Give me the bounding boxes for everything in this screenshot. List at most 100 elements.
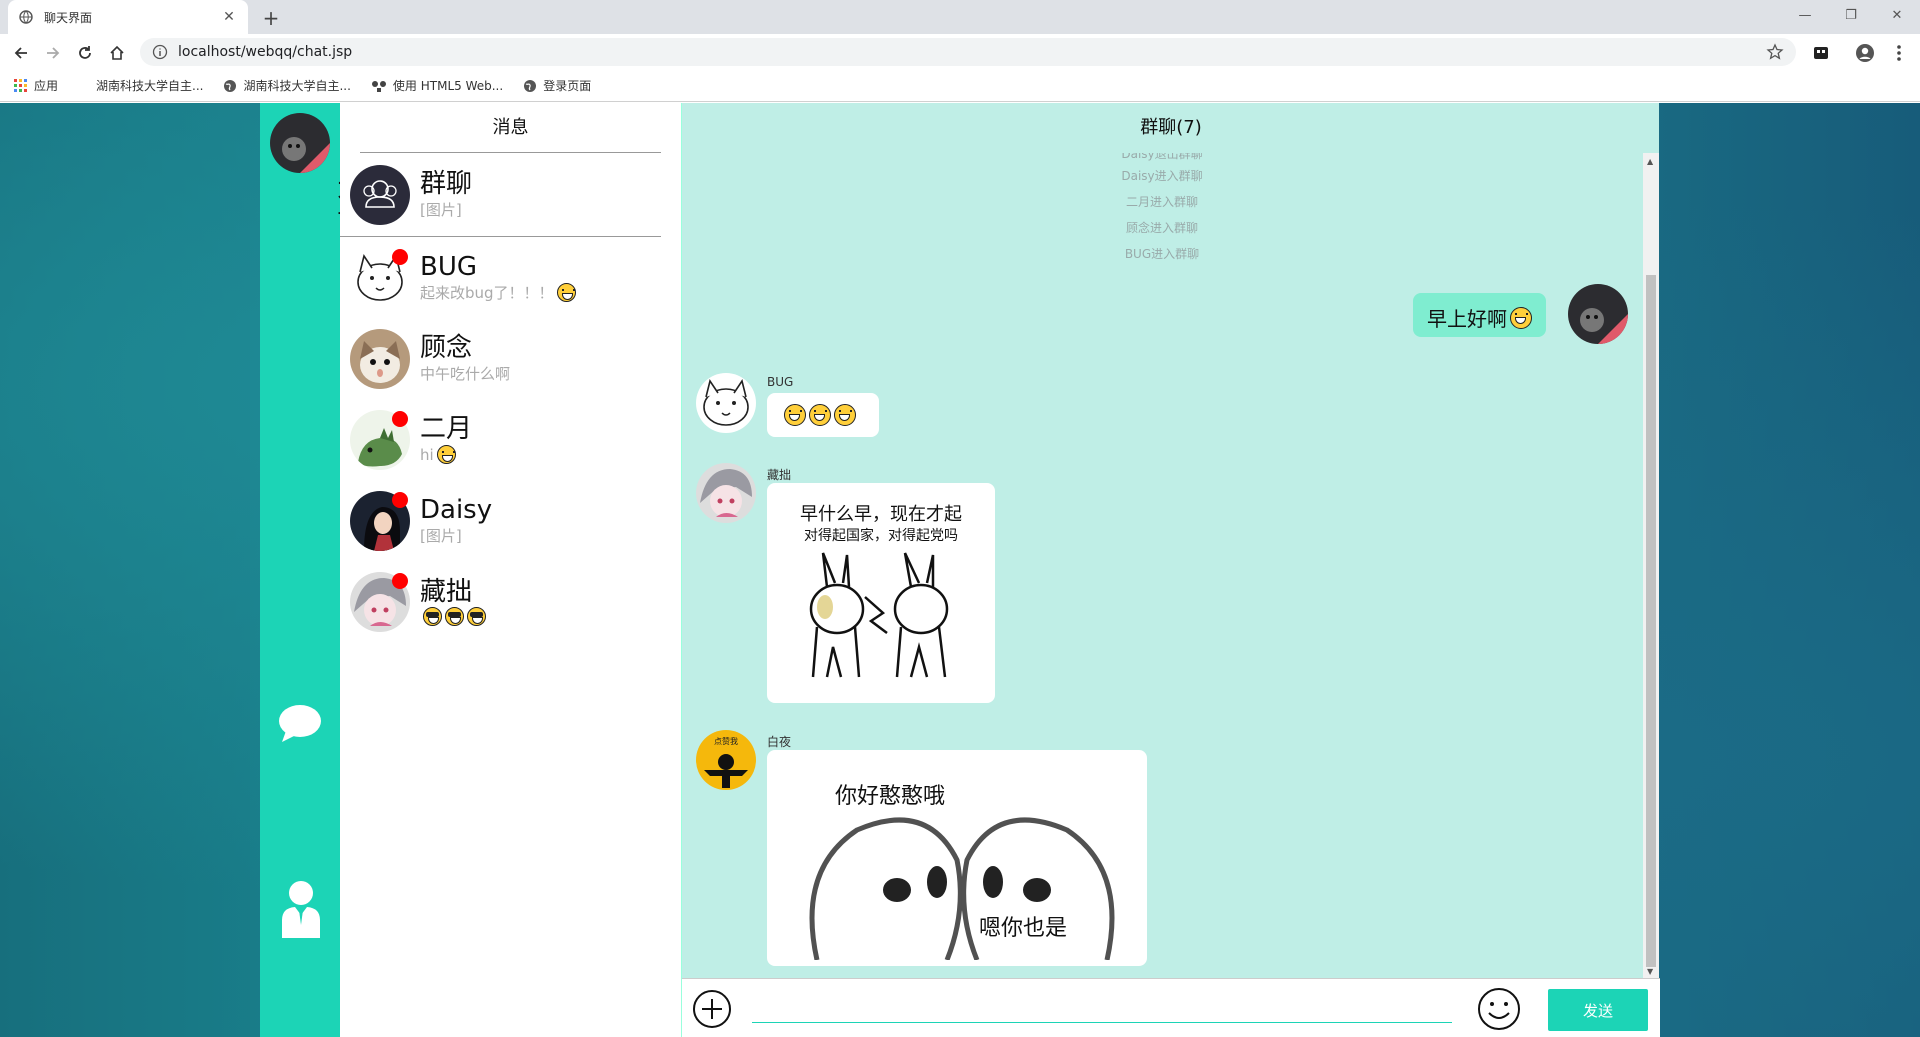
avatar-caption: 点赞我 — [714, 736, 738, 746]
system-message: BUG进入群聊 — [1124, 247, 1200, 261]
conversation-name: 二月 — [420, 413, 473, 444]
bookmark-login[interactable]: 登录页面 — [523, 77, 591, 94]
cool-emoji-icon — [467, 607, 486, 626]
my-avatar[interactable] — [270, 113, 330, 173]
bug-message-avatar[interactable] — [696, 373, 756, 433]
conversation-name: BUG — [420, 251, 478, 282]
profile-icon[interactable] — [1852, 40, 1878, 66]
conversation-preview: hi — [420, 445, 434, 464]
bookmarks-bar: 应用 湖南科技大学自主... 湖南科技大学自主... 使用 HTML5 Web.… — [0, 70, 1920, 102]
forward-icon[interactable] — [40, 40, 66, 66]
conversation-name: 群聊 — [420, 168, 473, 199]
globe-icon — [524, 79, 537, 92]
system-message: Daisy退出群聊 — [1121, 153, 1203, 161]
zangzhuo-image-bubble[interactable]: 早什么早，现在才起 对得起国家，对得起党吗 — [767, 483, 995, 703]
conversation-preview: 起来改bug了！！！ — [420, 283, 554, 302]
chat-bubble-icon[interactable] — [278, 703, 322, 747]
minimize-icon[interactable]: — — [1782, 0, 1828, 30]
grin-emoji-icon — [834, 404, 856, 426]
scroll-up-icon[interactable]: ▲ — [1647, 157, 1653, 166]
conversation-item-group[interactable]: 群聊 [图片] — [340, 153, 661, 237]
left-rail: 不言 — [260, 103, 366, 1037]
system-message: 顾念进入群聊 — [1125, 221, 1198, 235]
list-header: 消息 — [360, 103, 661, 153]
system-message: Daisy进入群聊 — [1121, 169, 1203, 183]
contacts-icon[interactable] — [280, 880, 322, 940]
staring-meme-image — [809, 817, 1115, 960]
info-icon — [152, 44, 168, 60]
bookmark-apps[interactable]: 应用 — [14, 77, 58, 94]
tab-title: 聊天界面 — [44, 10, 93, 25]
cool-emoji-icon — [445, 607, 464, 626]
conversation-item-gunian[interactable]: 顾念 中午吃什么啊 — [340, 318, 681, 399]
bookmark-html5[interactable]: 使用 HTML5 Web... — [371, 77, 503, 94]
conversation-list: 消息 群聊 [图片] BUG 起来改bug了！！！ 顾念 中午吃什么啊 二月 h… — [340, 103, 681, 1037]
back-icon[interactable] — [8, 40, 34, 66]
apps-grid-icon — [14, 78, 27, 92]
sender-name: 藏拙 — [767, 468, 792, 482]
extension-icon[interactable] — [1808, 40, 1834, 66]
conversation-preview — [420, 607, 486, 626]
conversation-item-bug[interactable]: BUG 起来改bug了！！！ — [340, 237, 681, 318]
url-text: localhost/webqq/chat.jsp — [178, 44, 353, 60]
chat-title: 群聊(7) — [1140, 117, 1202, 138]
send-button[interactable]: 发送 — [1548, 989, 1648, 1031]
meme-caption: 早什么早，现在才起 — [800, 504, 962, 525]
browser-tab-strip: 聊天界面 ✕ + — ❐ ✕ — [0, 0, 1920, 34]
group-avatar — [350, 164, 410, 225]
scroll-down-icon[interactable]: ▼ — [1647, 967, 1653, 976]
system-message: 二月进入群聊 — [1125, 195, 1198, 209]
sender-name: 白夜 — [767, 735, 792, 749]
message-composer: 发送 — [682, 978, 1660, 1037]
address-bar-row: localhost/webqq/chat.jsp — [0, 34, 1920, 70]
grin-emoji-icon — [809, 404, 831, 426]
message-area[interactable]: Daisy退出群聊 Daisy进入群聊 二月进入群聊 顾念进入群聊 BUG进入群… — [682, 153, 1642, 978]
browser-tab[interactable]: 聊天界面 ✕ — [8, 0, 248, 34]
message-scrollbar[interactable]: ▲ ▼ — [1643, 153, 1659, 978]
new-tab-button[interactable]: + — [258, 5, 284, 31]
home-icon[interactable] — [104, 40, 130, 66]
grin-emoji-icon — [556, 283, 576, 302]
menu-kebab-icon[interactable] — [1886, 40, 1912, 66]
conversation-name: 藏拙 — [420, 577, 473, 607]
bookmark-hnust-1[interactable]: 湖南科技大学自主... — [96, 77, 203, 94]
globe-icon — [224, 79, 237, 92]
bug-message-bubble — [767, 393, 879, 437]
message-input[interactable] — [752, 991, 1452, 1023]
conversation-item-eryue[interactable]: 二月 hi — [340, 399, 681, 480]
my-message-avatar[interactable] — [1568, 284, 1628, 344]
sender-name: BUG — [767, 375, 794, 389]
reload-icon[interactable] — [72, 40, 98, 66]
zangzhuo-message-avatar[interactable] — [696, 463, 756, 523]
rabbit-meme-image — [809, 552, 949, 678]
conversation-item-daisy[interactable]: Daisy [图片] — [340, 480, 681, 561]
baiye-image-bubble[interactable]: 你好憨憨哦 嗯你也是 — [767, 750, 1147, 966]
bookmark-hnust-2[interactable]: 湖南科技大学自主... — [223, 77, 351, 94]
my-message-bubble: 早上好啊 — [1413, 293, 1546, 337]
cool-emoji-icon — [423, 607, 442, 626]
restore-icon[interactable]: ❐ — [1828, 0, 1874, 30]
meme-caption: 对得起国家，对得起党吗 — [804, 528, 958, 544]
bookmark-star-icon[interactable] — [1766, 43, 1784, 61]
add-attachment-icon[interactable] — [692, 989, 732, 1029]
close-tab-icon[interactable]: ✕ — [220, 8, 238, 26]
message-text: 早上好啊 — [1427, 307, 1507, 331]
baiye-message-avatar[interactable]: 点赞我 — [696, 730, 756, 790]
network-icon — [371, 80, 386, 92]
unread-badge — [392, 249, 408, 265]
conversation-name: Daisy — [420, 494, 493, 525]
grin-emoji-icon — [436, 445, 456, 464]
grin-emoji-icon — [1510, 306, 1532, 329]
conversation-preview: [图片] — [420, 200, 462, 219]
conversation-item-zangzhuo[interactable]: 藏拙 — [340, 561, 681, 642]
unread-badge — [392, 573, 408, 589]
scroll-thumb[interactable] — [1646, 275, 1656, 967]
emoji-picker-icon[interactable] — [1477, 987, 1521, 1031]
unread-badge — [392, 492, 408, 508]
page-background: 不言 消息 群聊 [图片] BUG 起来改bug了！！！ — [0, 103, 1920, 1037]
chat-window: 群聊(7) Daisy退出群聊 Daisy进入群聊 二月进入群聊 顾念进入群聊 … — [681, 103, 1660, 1037]
conversation-name: 顾念 — [420, 332, 473, 363]
url-field[interactable]: localhost/webqq/chat.jsp — [140, 38, 1796, 66]
conversation-preview: 中午吃什么啊 — [420, 364, 511, 383]
close-window-icon[interactable]: ✕ — [1874, 0, 1920, 30]
